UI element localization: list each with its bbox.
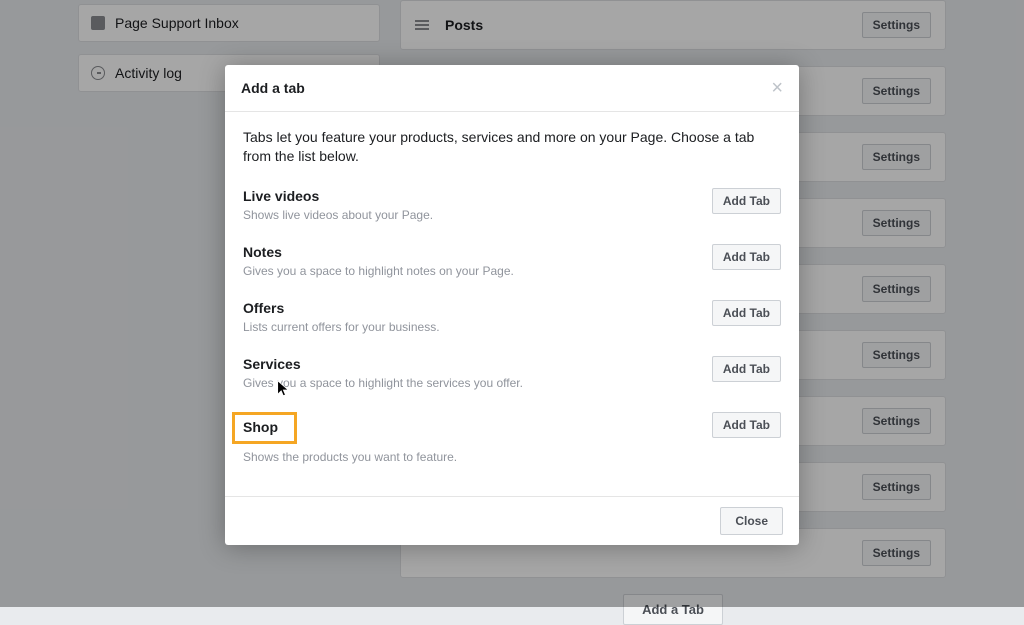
tab-option-title: Notes [243,244,692,260]
modal-body: Tabs let you feature your products, serv… [225,112,799,496]
tab-option-desc: Shows the products you want to feature. [243,450,692,464]
tab-option-desc: Shows live videos about your Page. [243,208,692,222]
close-icon[interactable]: × [771,78,783,98]
tab-option-desc: Gives you a space to highlight the servi… [243,376,692,390]
add-tab-button[interactable]: Add Tab [712,356,781,382]
tab-option-desc: Lists current offers for your business. [243,320,692,334]
add-tab-modal: Add a tab × Tabs let you feature your pr… [225,65,799,545]
tab-option-services: Services Gives you a space to highlight … [243,356,781,390]
modal-title: Add a tab [241,80,305,96]
tab-option-desc: Gives you a space to highlight notes on … [243,264,692,278]
tab-option-title: Offers [243,300,692,316]
tab-option-title: Shop [243,419,278,435]
tab-option-title: Services [243,356,692,372]
tab-option-shop: Shop Shows the products you want to feat… [243,412,781,464]
add-tab-button[interactable]: Add Tab [712,300,781,326]
modal-header: Add a tab × [225,65,799,112]
add-tab-button[interactable]: Add Tab [712,412,781,438]
tab-option-offers: Offers Lists current offers for your bus… [243,300,781,334]
modal-description: Tabs let you feature your products, serv… [243,128,781,166]
add-tab-button[interactable]: Add Tab [712,188,781,214]
close-button[interactable]: Close [720,507,783,535]
tab-option-live-videos: Live videos Shows live videos about your… [243,188,781,222]
modal-footer: Close [225,496,799,545]
add-tab-button[interactable]: Add Tab [712,244,781,270]
tab-option-title: Live videos [243,188,692,204]
shop-highlight: Shop [232,412,297,444]
tab-option-notes: Notes Gives you a space to highlight not… [243,244,781,278]
